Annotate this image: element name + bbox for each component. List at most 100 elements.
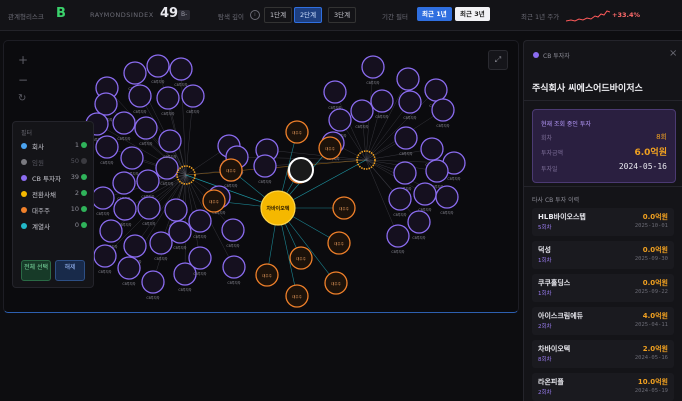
filter-panel: 필터 회사 1 임원 50 CB 투자자 39 전환사채 2 대주주 10 계열사 0 전체 선택 해…: [12, 121, 94, 288]
filter-name: CB 투자자: [32, 175, 62, 183]
node-label: CB투자자: [412, 235, 425, 240]
price-sparkline: [566, 10, 610, 22]
cb-investor-node: [350, 99, 374, 123]
node-label: CB투자자: [122, 281, 135, 286]
cb-investor-node: [94, 92, 118, 116]
filter-color-dot: [21, 191, 27, 197]
cb-investor-node: [393, 161, 417, 185]
history-round: 8회차: [538, 357, 552, 363]
select-all-button[interactable]: 전체 선택: [21, 260, 51, 281]
history-item[interactable]: HLB바이오스텝 5회차 0.0억원 2025-10-01: [532, 208, 674, 236]
check-icon[interactable]: [81, 174, 87, 180]
cb-investor-node: [137, 196, 161, 220]
detail-type-label: CB 투자자: [543, 53, 570, 60]
node-label: 대주주: [209, 199, 219, 204]
history-item[interactable]: 차바이오텍 8회차 2.0억원 2024-05-16: [532, 340, 674, 368]
amount-label: 투자금액: [541, 150, 564, 157]
check-icon[interactable]: [81, 158, 87, 164]
filter-row[interactable]: 전환사채 2: [21, 189, 87, 201]
cb-investor-node: [149, 231, 173, 255]
round-value: 8회: [656, 133, 667, 141]
expand-icon[interactable]: ⤢: [488, 50, 508, 70]
node-label: CB투자자: [146, 295, 159, 300]
zoom-in-button[interactable]: +: [18, 53, 28, 67]
node-label: CB투자자: [227, 280, 240, 285]
history-round: 1회차: [538, 258, 552, 264]
node-label: CB투자자: [174, 82, 187, 87]
cb-investor-node: [181, 84, 205, 108]
filter-title: 필터: [21, 130, 33, 137]
filter-row[interactable]: 임원 50: [21, 157, 87, 169]
cb-investor-node: [388, 187, 412, 211]
node-label: CB투자자: [96, 211, 109, 216]
history-date: 2025-04-11: [634, 322, 668, 328]
cb-investor-node: [156, 86, 180, 110]
filter-color-dot: [21, 159, 27, 165]
filter-name: 회사: [32, 143, 44, 151]
cb-investor-node: [221, 218, 245, 242]
cb-investor-node: [396, 67, 420, 91]
filter-name: 계열사: [32, 223, 50, 231]
check-icon[interactable]: [81, 206, 87, 212]
node-label: CB투자자: [355, 124, 368, 129]
cb-investor-node: [120, 146, 144, 170]
history-amount: 2.0억원: [642, 345, 668, 353]
node-label: 대주주: [292, 294, 302, 299]
node-label: CB투자자: [142, 221, 155, 226]
node-label: CB투자자: [163, 154, 176, 159]
cb-investor-node: [128, 84, 152, 108]
history-amount: 0.0억원: [642, 279, 668, 287]
history-item[interactable]: 아이스크림에듀 2회차 4.0억원 2025-04-11: [532, 307, 674, 335]
filter-color-dot: [21, 143, 27, 149]
filter-count: 2: [74, 189, 79, 197]
history-item[interactable]: 쿠쿠홀딩스 1회차 0.0억원 2025-09-22: [532, 274, 674, 302]
cb-investor-node: [112, 111, 136, 135]
detail-name: 주식회사 씨에스어드바이저스: [532, 84, 643, 94]
check-icon[interactable]: [81, 190, 87, 196]
cb-investor-node: [123, 234, 147, 258]
node-label: CB투자자: [160, 181, 173, 186]
history-title: 타사 CB 투자 이력: [532, 197, 580, 204]
reset-view-button[interactable]: ↻: [18, 93, 26, 104]
cb-investor-node: [394, 126, 418, 150]
node-label: CB투자자: [224, 183, 237, 188]
filter-name: 전환사채: [32, 191, 56, 199]
check-icon[interactable]: [81, 222, 87, 228]
price-label: 최근 1년 주가: [521, 13, 560, 21]
date-label: 투자일: [541, 166, 558, 173]
filter-color-dot: [21, 175, 27, 181]
cb-investor-node: [134, 116, 158, 140]
history-company: 차바이오텍: [538, 345, 571, 353]
price-change: +33.4%: [612, 11, 640, 19]
deselect-all-button[interactable]: 해제: [55, 260, 85, 281]
filter-count: 0: [74, 221, 79, 229]
selected-node: [288, 157, 314, 183]
close-icon[interactable]: ×: [669, 48, 677, 59]
date-value: 2024-05-16: [618, 162, 667, 171]
node-label: CB투자자: [151, 79, 164, 84]
cb-investor-node: [112, 171, 136, 195]
node-label: CB투자자: [366, 80, 379, 85]
history-item[interactable]: 덕성 1회차 0.0억원 2025-09-30: [532, 241, 674, 269]
cb-investor-node: [168, 220, 192, 244]
filter-row[interactable]: 계열사 0: [21, 221, 87, 233]
zoom-out-button[interactable]: −: [18, 73, 28, 87]
cb-investor-node: [91, 186, 115, 210]
node-label: 대주주: [226, 168, 236, 173]
node-label: CB투자자: [447, 176, 460, 181]
history-round: 1회차: [538, 291, 552, 297]
history-amount: 10.0억원: [637, 378, 668, 386]
filter-row[interactable]: 회사 1: [21, 141, 87, 153]
check-icon[interactable]: [81, 142, 87, 148]
filter-row[interactable]: CB 투자자 39: [21, 173, 87, 185]
filter-color-dot: [21, 207, 27, 213]
node-label: CB투자자: [391, 249, 404, 254]
node-label: CB투자자: [173, 245, 186, 250]
history-company: 덕성: [538, 246, 551, 254]
cb-investor-node: [253, 154, 277, 178]
filter-row[interactable]: 대주주 10: [21, 205, 87, 217]
history-item[interactable]: 라온피플 2회차 10.0억원 2024-05-19: [532, 373, 674, 401]
node-label: CB투자자: [154, 256, 167, 261]
history-date: 2024-05-16: [634, 355, 668, 361]
round-label: 회차: [541, 135, 553, 142]
